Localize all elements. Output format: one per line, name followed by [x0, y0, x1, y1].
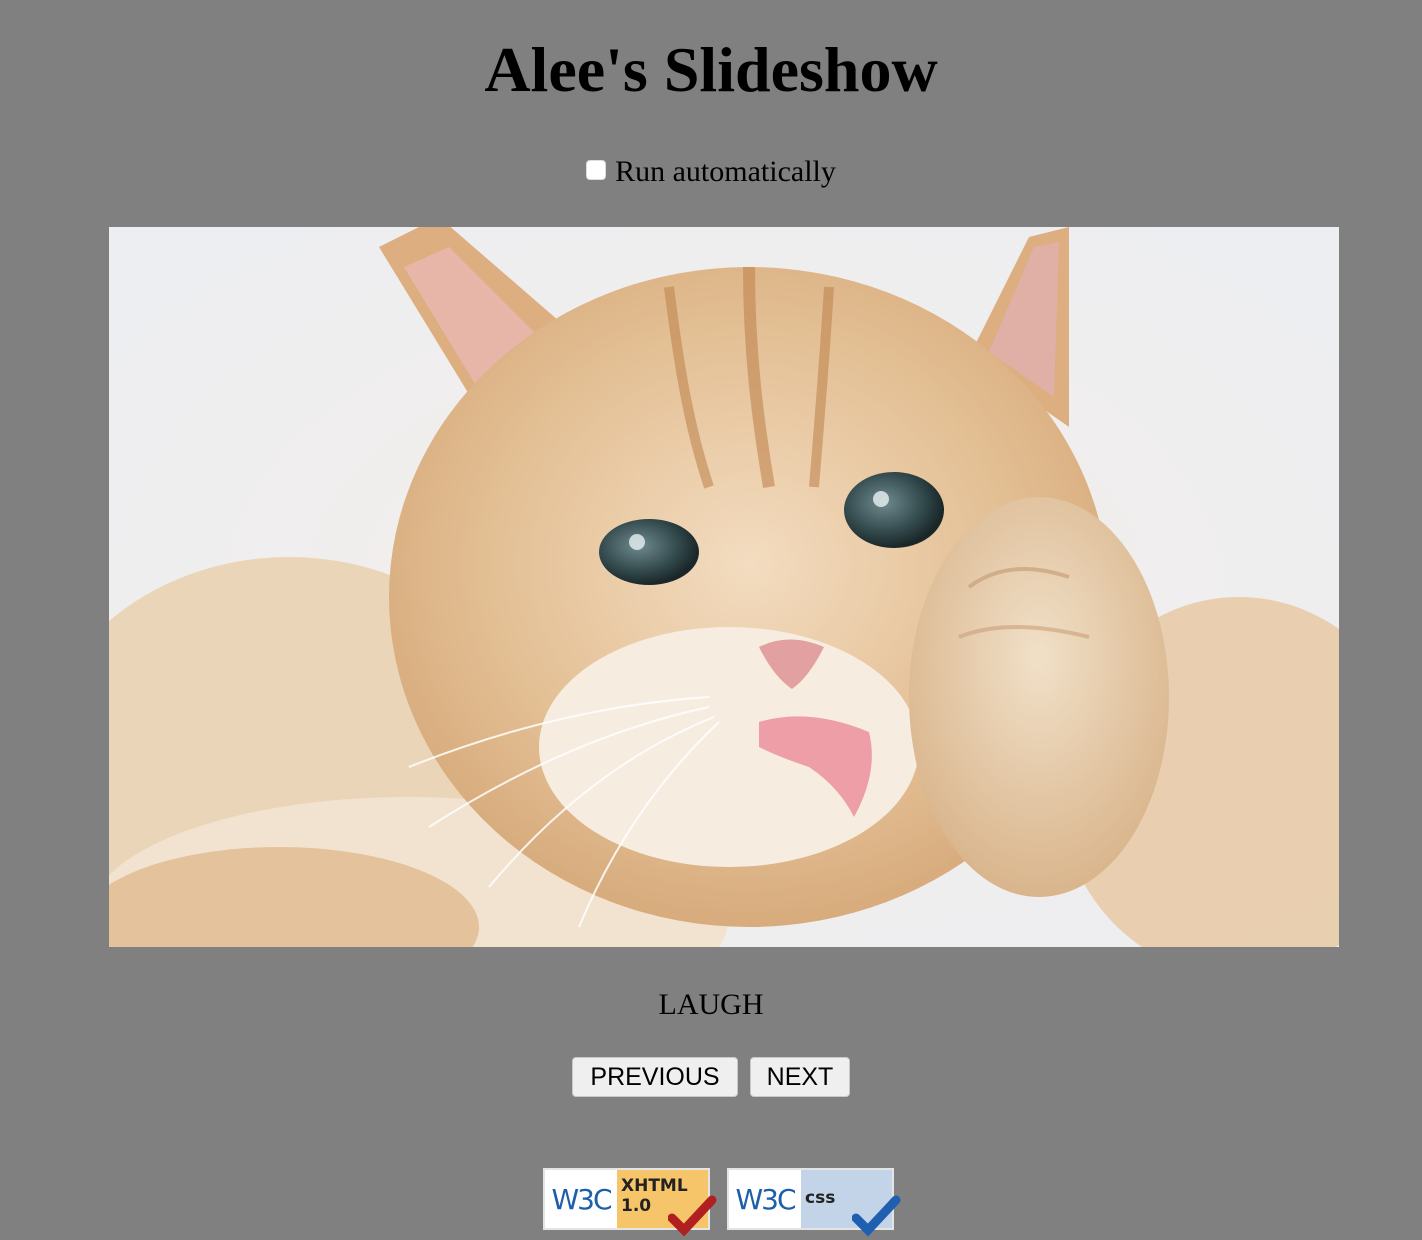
w3c-xhtml-badge[interactable]: W3C XHTML 1.0	[543, 1168, 717, 1237]
run-automatically-toggle[interactable]: Run automatically	[0, 152, 1422, 192]
slide-caption: LAUGH	[658, 988, 764, 1021]
w3c-logo: W3C	[545, 1170, 617, 1228]
w3c-css-badge[interactable]: W3C css	[727, 1168, 901, 1237]
slide-navigation: PREVIOUS NEXT	[0, 1057, 1422, 1097]
xhtml-label: XHTML	[621, 1176, 688, 1196]
previous-button[interactable]: PREVIOUS	[572, 1057, 738, 1097]
run-automatically-label: Run automatically	[615, 155, 836, 188]
next-button[interactable]: NEXT	[750, 1057, 850, 1097]
slide-image	[109, 227, 1339, 947]
checkmark-icon	[668, 1195, 717, 1237]
css-label: css	[805, 1188, 836, 1208]
validator-badges: W3C XHTML 1.0 W3C css	[543, 1168, 901, 1237]
run-automatically-checkbox[interactable]	[586, 160, 607, 180]
checkmark-icon	[852, 1195, 901, 1237]
w3c-logo: W3C	[729, 1170, 801, 1228]
page-title: Alee's Slideshow	[484, 34, 938, 105]
